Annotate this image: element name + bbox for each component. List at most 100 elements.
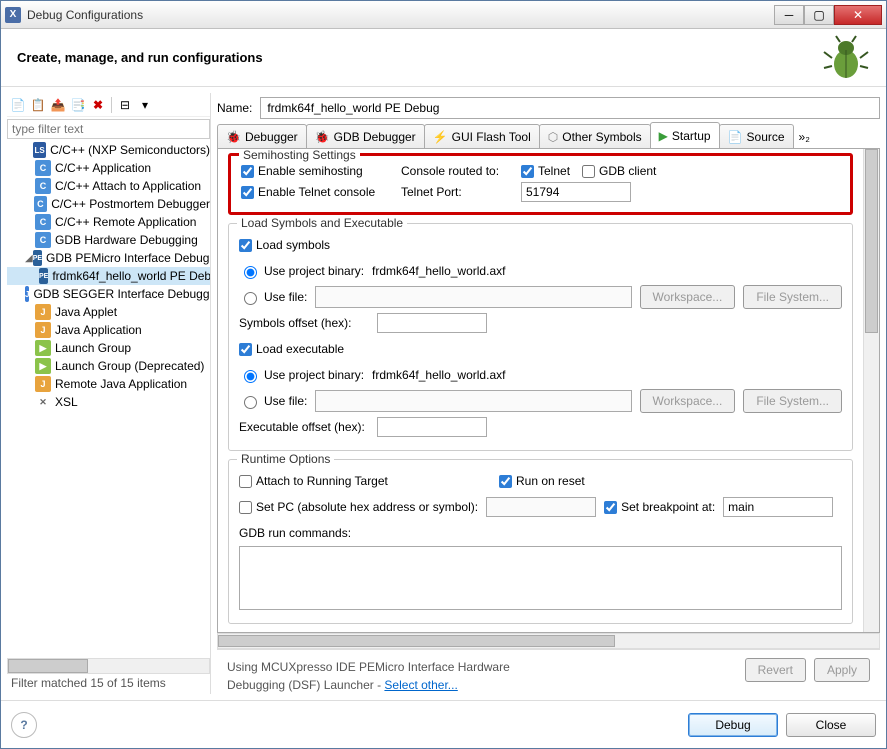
set-pc-input[interactable] bbox=[486, 497, 596, 517]
tree-label: Java Applet bbox=[55, 305, 117, 319]
gdb-commands-textarea[interactable] bbox=[239, 546, 842, 610]
launcher-row: Using MCUXpresso IDE PEMicro Interface H… bbox=[217, 649, 880, 694]
enable-semihosting-checkbox[interactable]: Enable semihosting bbox=[241, 164, 401, 178]
launcher-line2: Debugging (DSF) Launcher - bbox=[227, 678, 384, 692]
load-exec-checkbox[interactable]: Load executable bbox=[239, 336, 842, 362]
tree-item[interactable]: ▶Launch Group (Deprecated) bbox=[7, 357, 210, 375]
use-project-binary-radio[interactable]: Use project binary: bbox=[239, 263, 364, 279]
console-routed-label: Console routed to: bbox=[401, 164, 521, 178]
select-other-link[interactable]: Select other... bbox=[384, 678, 457, 692]
content-hscroll[interactable] bbox=[217, 633, 880, 649]
tab-startup[interactable]: ▶Startup bbox=[650, 122, 720, 148]
debug-button[interactable]: Debug bbox=[688, 713, 778, 737]
runtime-title: Runtime Options bbox=[237, 452, 334, 466]
tree-item[interactable]: CC/C++ Attach to Application bbox=[7, 177, 210, 195]
gdb-commands-label: GDB run commands: bbox=[239, 526, 351, 540]
tree-item[interactable]: LSC/C++ (NXP Semiconductors) bbox=[7, 141, 210, 159]
exec-binary-value: frdmk64f_hello_world.axf bbox=[372, 368, 505, 382]
tree-item[interactable]: JJava Applet bbox=[7, 303, 210, 321]
breakpoint-input[interactable] bbox=[723, 497, 833, 517]
sym-filesystem-button[interactable]: File System... bbox=[743, 285, 842, 309]
tree-label: C/C++ Remote Application bbox=[55, 215, 196, 229]
exec-workspace-button[interactable]: Workspace... bbox=[640, 389, 736, 413]
telnet-port-input[interactable] bbox=[521, 182, 631, 202]
export-icon[interactable]: 📤 bbox=[49, 96, 67, 114]
tree-item[interactable]: PEfrdmk64f_hello_world PE Debug bbox=[7, 267, 210, 285]
tree-label: C/C++ Postmortem Debugger bbox=[51, 197, 210, 211]
flash-icon: ⚡ bbox=[433, 130, 448, 144]
tree-item[interactable]: CC/C++ Remote Application bbox=[7, 213, 210, 231]
x-icon: ✕ bbox=[35, 394, 51, 410]
telnet-checkbox[interactable]: Telnet bbox=[521, 164, 570, 178]
tree-item[interactable]: ▶Launch Group bbox=[7, 339, 210, 357]
maximize-button[interactable]: ▢ bbox=[804, 5, 834, 25]
tabs-overflow[interactable]: »₂ bbox=[793, 126, 816, 148]
pe-icon: PE bbox=[39, 268, 48, 284]
footer: ? Debug Close bbox=[1, 700, 886, 748]
config-tree[interactable]: LSC/C++ (NXP Semiconductors)CC/C++ Appli… bbox=[7, 141, 210, 658]
tree-label: C/C++ (NXP Semiconductors) bbox=[50, 143, 210, 157]
tree-item[interactable]: CC/C++ Application bbox=[7, 159, 210, 177]
app-icon: X bbox=[5, 7, 21, 23]
tree-item[interactable]: CC/C++ Postmortem Debugger bbox=[7, 195, 210, 213]
tree-item[interactable]: JGDB SEGGER Interface Debugging bbox=[7, 285, 210, 303]
expand-all-icon[interactable]: ⊟ bbox=[116, 96, 134, 114]
gdb-client-checkbox[interactable]: GDB client bbox=[582, 164, 656, 178]
tab-debugger[interactable]: 🐞Debugger bbox=[217, 124, 307, 148]
window-close-button[interactable]: ✕ bbox=[834, 5, 882, 25]
sym-workspace-button[interactable]: Workspace... bbox=[640, 285, 736, 309]
launcher-line1: Using MCUXpresso IDE PEMicro Interface H… bbox=[227, 658, 510, 676]
tree-hscroll[interactable] bbox=[7, 658, 210, 674]
minimize-button[interactable]: ─ bbox=[774, 5, 804, 25]
use-file-radio[interactable]: Use file: bbox=[239, 289, 307, 305]
enable-telnet-checkbox[interactable]: Enable Telnet console bbox=[241, 185, 401, 199]
duplicate-icon[interactable]: 📑 bbox=[69, 96, 87, 114]
apply-button[interactable]: Apply bbox=[814, 658, 870, 682]
tab-gdb-debugger[interactable]: 🐞GDB Debugger bbox=[306, 124, 425, 148]
tree-label: XSL bbox=[55, 395, 78, 409]
exec-filesystem-button[interactable]: File System... bbox=[743, 389, 842, 413]
exec-offset-input[interactable] bbox=[377, 417, 487, 437]
set-pc-checkbox[interactable]: Set PC (absolute hex address or symbol): bbox=[239, 500, 478, 514]
separator bbox=[111, 97, 112, 113]
tree-item[interactable]: ✕ XSL bbox=[7, 393, 210, 411]
new-proto-icon[interactable]: 📋 bbox=[29, 96, 47, 114]
tab-other-symbols[interactable]: ⬡Other Symbols bbox=[539, 124, 651, 148]
expand-icon[interactable]: ◢ bbox=[25, 253, 33, 264]
tree-label: Java Application bbox=[55, 323, 142, 337]
tree-item[interactable]: JRemote Java Application bbox=[7, 375, 210, 393]
revert-button[interactable]: Revert bbox=[745, 658, 806, 682]
tab-source[interactable]: 📄Source bbox=[719, 124, 794, 148]
filter-input[interactable] bbox=[7, 119, 210, 139]
load-symbols-group: Load Symbols and Executable Load symbols… bbox=[228, 223, 853, 451]
exec-use-project-radio[interactable]: Use project binary: bbox=[239, 367, 364, 383]
exec-use-file-radio[interactable]: Use file: bbox=[239, 393, 307, 409]
tree-item[interactable]: CGDB Hardware Debugging bbox=[7, 231, 210, 249]
collapse-all-icon[interactable]: ▾ bbox=[136, 96, 154, 114]
filter-status: Filter matched 15 of 15 items bbox=[7, 674, 210, 694]
close-button[interactable]: Close bbox=[786, 713, 876, 737]
delete-icon[interactable]: ✖ bbox=[89, 96, 107, 114]
header-title: Create, manage, and run configurations bbox=[17, 50, 263, 65]
pe-icon: PE bbox=[33, 250, 42, 266]
tree-label: GDB PEMicro Interface Debugging bbox=[46, 251, 210, 265]
left-pane: 📄 📋 📤 📑 ✖ ⊟ ▾ LSC/C++ (NXP Semiconductor… bbox=[7, 93, 211, 694]
sym-file-input[interactable] bbox=[315, 286, 631, 308]
run-on-reset-checkbox[interactable]: Run on reset bbox=[499, 474, 585, 488]
symbols-offset-input[interactable] bbox=[377, 313, 487, 333]
tab-gui-flash-tool[interactable]: ⚡GUI Flash Tool bbox=[424, 124, 540, 148]
titlebar: X Debug Configurations ─ ▢ ✕ bbox=[1, 1, 886, 29]
help-icon[interactable]: ? bbox=[11, 712, 37, 738]
tree-label: Launch Group (Deprecated) bbox=[55, 359, 204, 373]
new-config-icon[interactable]: 📄 bbox=[9, 96, 27, 114]
name-input[interactable] bbox=[260, 97, 880, 119]
attach-checkbox[interactable]: Attach to Running Target bbox=[239, 474, 459, 488]
content-vscroll[interactable] bbox=[863, 149, 879, 632]
tree-item[interactable]: ◢PE GDB PEMicro Interface Debugging bbox=[7, 249, 210, 267]
name-label: Name: bbox=[217, 101, 252, 115]
exec-file-input[interactable] bbox=[315, 390, 631, 412]
set-breakpoint-checkbox[interactable]: Set breakpoint at: bbox=[604, 500, 715, 514]
tree-item[interactable]: JJava Application bbox=[7, 321, 210, 339]
load-symbols-checkbox[interactable]: Load symbols bbox=[239, 232, 842, 258]
startup-tab-content: Semihosting Settings Enable semihosting … bbox=[217, 149, 880, 633]
